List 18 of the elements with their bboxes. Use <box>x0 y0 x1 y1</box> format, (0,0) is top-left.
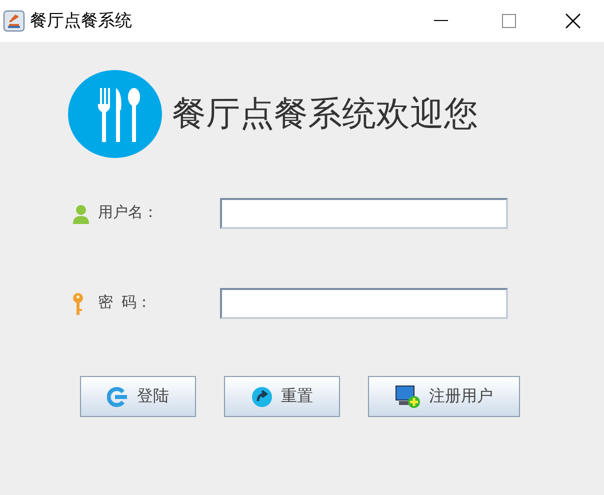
key-icon <box>72 292 84 316</box>
close-button[interactable] <box>565 13 581 29</box>
maximize-button[interactable] <box>502 14 516 28</box>
reset-button[interactable]: 重置 <box>224 376 340 417</box>
person-icon <box>72 204 90 224</box>
password-field[interactable] <box>220 288 508 319</box>
welcome-heading: 餐厅点餐系统欢迎您 <box>172 94 478 134</box>
computer-add-icon <box>395 384 421 408</box>
login-button[interactable]: 登陆 <box>80 376 196 417</box>
register-button[interactable]: 注册用户 <box>368 376 520 417</box>
window-title: 餐厅点餐系统 <box>30 10 132 32</box>
username-field[interactable] <box>220 198 508 229</box>
minimize-button[interactable] <box>434 20 448 22</box>
field-label: 密 码： <box>98 293 152 314</box>
arrow-circle-icon <box>107 386 129 406</box>
app-icon <box>3 10 25 32</box>
field-label: 用户名： <box>98 203 159 224</box>
cutlery-logo-icon <box>68 70 162 158</box>
